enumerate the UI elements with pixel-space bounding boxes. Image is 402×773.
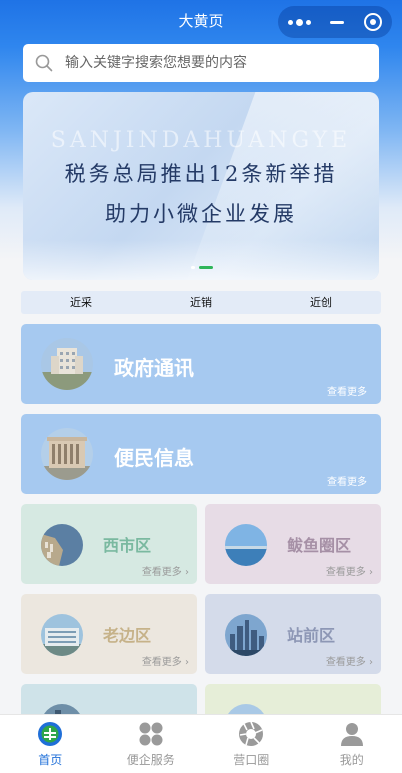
public-info-card[interactable]: 便民信息 查看更多 (21, 414, 381, 494)
search-input[interactable] (63, 54, 357, 72)
aperture-icon (238, 721, 264, 747)
city-skyline-thumbnail (225, 614, 267, 656)
mini-program-capsule[interactable] (278, 6, 392, 38)
news-banner[interactable]: SANJINDAHUANGYE 税务总局推出12条新举措 助力小微企业发展 (23, 92, 379, 280)
bottom-tab-bar: 首页 便企服务 营口圈 我的 (0, 714, 402, 773)
nav-enterprise-services[interactable]: 便企服务 (101, 715, 202, 773)
card-title: 政府通讯 (114, 352, 194, 381)
gov-news-card[interactable]: 政府通讯 查看更多 (21, 324, 381, 404)
sea-horizon-thumbnail (225, 524, 267, 566)
gov-building-thumbnail (41, 338, 93, 390)
tab-jinxiao[interactable]: 近销 (141, 291, 261, 314)
nav-label: 首页 (0, 751, 101, 768)
district-name: 鲅鱼圈区 (287, 532, 351, 556)
civic-building-thumbnail (41, 428, 93, 480)
nav-yingkou-circle[interactable]: 营口圈 (201, 715, 302, 773)
banner-watermark: SANJINDAHUANGYE (23, 128, 379, 153)
tab-jinchuang[interactable]: 近创 (261, 291, 381, 314)
pagination-dot[interactable] (191, 266, 195, 269)
view-more-link[interactable]: 查看更多 › (326, 563, 373, 578)
view-more-link[interactable]: 查看更多 › (142, 563, 189, 578)
district-card-laobian[interactable]: 老边区 查看更多 › (21, 594, 197, 674)
tab-jincai[interactable]: 近采 (21, 291, 141, 314)
minimize-icon[interactable] (330, 21, 344, 24)
view-more-link[interactable]: 查看更多 › (142, 653, 189, 668)
view-more-link[interactable]: 查看更多 (327, 473, 367, 488)
banner-headline: 税务总局推出12条新举措 (23, 158, 379, 188)
grid-icon (138, 721, 164, 747)
nav-home[interactable]: 首页 (0, 715, 101, 773)
card-title: 便民信息 (114, 442, 194, 471)
more-icon[interactable] (288, 19, 311, 26)
banner-pagination (191, 266, 213, 269)
user-icon (339, 721, 365, 747)
view-more-link[interactable]: 查看更多 › (326, 653, 373, 668)
search-bar[interactable] (23, 44, 379, 82)
building-thumbnail (41, 614, 83, 656)
banner-decoration (23, 240, 379, 280)
coastal-city-thumbnail (41, 524, 83, 566)
district-name: 西市区 (103, 532, 151, 556)
nav-label: 便企服务 (101, 751, 202, 768)
district-card-xishi[interactable]: 西市区 查看更多 › (21, 504, 197, 584)
nav-label: 我的 (302, 751, 402, 768)
home-logo-icon (37, 721, 63, 747)
district-card-zhanqian[interactable]: 站前区 查看更多 › (205, 594, 381, 674)
category-tabs: 近采 近销 近创 (21, 291, 381, 314)
view-more-label: 查看更多 (326, 567, 366, 578)
close-target-icon[interactable] (364, 13, 382, 31)
view-more-label: 查看更多 (326, 657, 366, 668)
nav-profile[interactable]: 我的 (302, 715, 402, 773)
district-card-bayuquan[interactable]: 鲅鱼圈区 查看更多 › (205, 504, 381, 584)
search-icon (35, 54, 53, 72)
view-more-link[interactable]: 查看更多 (327, 383, 367, 398)
pagination-dot-active[interactable] (199, 266, 213, 269)
view-more-label: 查看更多 (142, 657, 182, 668)
nav-label: 营口圈 (201, 751, 302, 768)
district-name: 老边区 (103, 622, 151, 646)
banner-subheadline: 助力小微企业发展 (23, 198, 379, 228)
district-name: 站前区 (287, 622, 335, 646)
view-more-label: 查看更多 (142, 567, 182, 578)
